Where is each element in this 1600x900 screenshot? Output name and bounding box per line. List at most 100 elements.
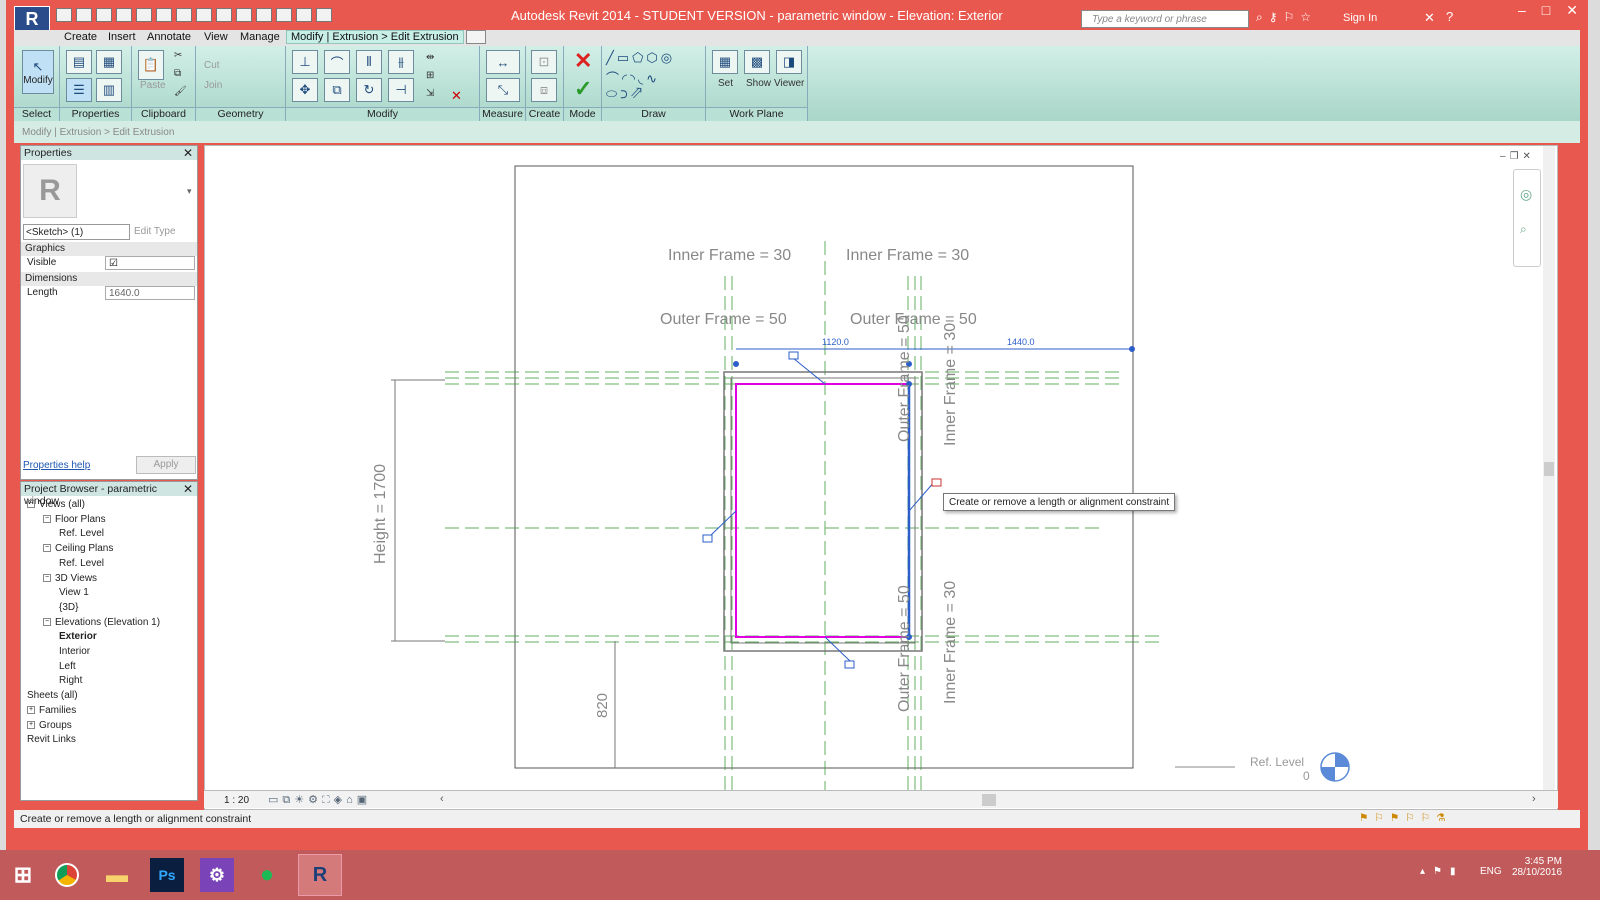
height-dimension[interactable]: Height = 1700 — [372, 464, 389, 564]
properties-help-link[interactable]: Properties help — [23, 460, 90, 471]
clock[interactable]: 3:45 PM 28/10/2016 — [1512, 856, 1562, 878]
offset-icon[interactable]: ⌒ — [324, 50, 350, 74]
type-properties-icon[interactable]: ▥ — [96, 78, 122, 102]
spotify-icon[interactable]: ● — [250, 858, 284, 892]
paste-icon[interactable]: 📋 — [138, 50, 164, 80]
move-icon[interactable]: ✥ — [292, 78, 318, 102]
photoshop-icon[interactable]: Ps — [150, 858, 184, 892]
inner-frame-label-right[interactable]: Inner Frame = 30 — [846, 247, 969, 264]
vertical-scrollbar[interactable] — [1543, 146, 1555, 791]
undo-icon[interactable] — [116, 8, 132, 22]
match-type-icon[interactable]: 🖌 — [174, 86, 187, 97]
communication-icon[interactable]: ⚐ — [1284, 10, 1295, 25]
system-tray-icons[interactable]: ▴⚑▮ — [1420, 866, 1464, 877]
minimize-icon[interactable]: – — [1500, 151, 1506, 162]
browser-tree-item[interactable]: − Ceiling Plans — [43, 543, 113, 554]
panel-toggle-icon[interactable] — [466, 30, 486, 44]
rotate-icon[interactable]: ↻ — [356, 78, 382, 102]
measure-distance-icon[interactable]: ↔ — [486, 50, 520, 74]
delete-icon[interactable]: ✕ — [451, 88, 462, 104]
ref-level-label[interactable]: Ref. Level — [1250, 755, 1304, 769]
favorites-icon[interactable]: ☆ — [1300, 10, 1311, 25]
collapse-icon[interactable]: − — [43, 515, 51, 524]
aligned-dimension-tool-icon[interactable]: ⤡ — [486, 78, 520, 102]
exchange-apps-icon[interactable]: ✕ — [1424, 10, 1435, 26]
tab-view[interactable]: View — [204, 31, 228, 43]
restore-icon[interactable]: ❐ — [1510, 151, 1519, 162]
browser-tree-item[interactable]: + Groups — [27, 720, 72, 731]
graphics-category[interactable]: Graphics — [21, 242, 197, 256]
outer-frame-vertical-bottom[interactable]: Outer Frame = 50 — [896, 585, 913, 712]
outer-frame-vertical-top[interactable]: Outer Frame = 50 — [896, 315, 913, 442]
inner-frame-label-left[interactable]: Inner Frame = 30 — [668, 247, 791, 264]
horizontal-scrollbar-thumb[interactable] — [982, 794, 996, 806]
collapse-icon[interactable]: − — [43, 617, 51, 626]
collapse-icon[interactable]: − — [43, 573, 51, 582]
align-icon[interactable]: ⊥ — [292, 50, 318, 74]
save-icon[interactable] — [76, 8, 92, 22]
default-3d-view-icon[interactable] — [236, 8, 252, 22]
set-work-plane-icon[interactable]: ▦ — [712, 50, 738, 74]
work-plane-viewer-icon[interactable]: ◨ — [776, 50, 802, 74]
create-similar-icon[interactable]: ⊡ — [531, 50, 557, 74]
tab-modify-extrusion[interactable]: Modify | Extrusion > Edit Extrusion — [286, 30, 464, 44]
split-icon[interactable]: ⇹ — [426, 52, 434, 63]
selection-filter-icons[interactable]: ⚑⚐⚑⚐⚐⚗ — [1359, 812, 1451, 824]
text-icon[interactable] — [216, 8, 232, 22]
subscription-icon[interactable]: ⚷ — [1269, 10, 1278, 25]
tab-annotate[interactable]: Annotate — [147, 31, 191, 43]
mirror-axis-icon[interactable]: ⫴ — [356, 50, 382, 74]
show-work-plane-icon[interactable]: ▩ — [744, 50, 770, 74]
modify-button[interactable]: ↖ Modify — [22, 50, 54, 94]
properties-icon[interactable]: ☰ — [66, 78, 92, 102]
cancel-edit-mode-icon[interactable]: ✕ — [574, 48, 592, 74]
chrome-icon[interactable] — [50, 858, 84, 892]
search-input[interactable]: Type a keyword or phrase — [1081, 10, 1249, 28]
input-language[interactable]: ENG — [1480, 866, 1502, 877]
scroll-left-icon[interactable]: ‹ — [440, 793, 444, 805]
open-icon[interactable] — [56, 8, 72, 22]
apply-button[interactable]: Apply — [136, 456, 196, 474]
switch-windows-icon[interactable] — [316, 8, 332, 22]
dimension-1120[interactable]: 1120.0 — [822, 337, 849, 347]
edit-type-button[interactable]: Edit Type — [134, 226, 176, 237]
file-explorer-icon[interactable]: ▬ — [100, 858, 134, 892]
view-scale[interactable]: 1 : 20 — [224, 795, 249, 806]
redo-icon[interactable] — [136, 8, 152, 22]
zoom-icon[interactable]: ⌕ — [1520, 222, 1527, 237]
help-icon[interactable]: ? — [1446, 9, 1453, 24]
draw-shapes-row1[interactable]: ╱▭⬠⬡◎ — [606, 50, 675, 66]
dimension-1440[interactable]: 1440.0 — [1007, 337, 1035, 347]
browser-tree-item[interactable]: − Elevations (Elevation 1) — [43, 617, 160, 628]
tab-create[interactable]: Create — [64, 31, 97, 43]
measure-icon[interactable] — [156, 8, 172, 22]
family-types-icon[interactable]: ▤ — [66, 50, 92, 74]
minimize-icon[interactable]: – — [1518, 2, 1526, 19]
cut-geometry-button[interactable]: Cut — [204, 60, 220, 71]
level-head-icon[interactable] — [1320, 752, 1350, 782]
family-category-icon[interactable]: ▦ — [96, 50, 122, 74]
sketch-rectangle[interactable] — [735, 383, 910, 638]
draw-ellipse-row[interactable]: ⬭⊃⇗ — [606, 86, 645, 102]
collapse-icon[interactable]: − — [27, 500, 35, 509]
tab-insert[interactable]: Insert — [108, 31, 136, 43]
thin-lines-icon[interactable] — [276, 8, 292, 22]
sign-in-button[interactable]: Sign In — [1343, 12, 1377, 24]
tag-icon[interactable] — [196, 8, 212, 22]
browser-tree-item[interactable]: {3D} — [59, 602, 78, 613]
dimensions-category[interactable]: Dimensions — [21, 272, 197, 286]
settings-gear-icon[interactable]: ⚙ — [200, 858, 234, 892]
close-icon[interactable]: ✕ — [183, 482, 193, 496]
windows-start-icon[interactable]: ⊞ — [6, 858, 40, 892]
expand-icon[interactable]: + — [27, 706, 35, 715]
browser-tree-item[interactable]: Right — [59, 675, 82, 686]
sill-dimension[interactable]: 820 — [594, 693, 611, 718]
finish-edit-mode-icon[interactable]: ✓ — [574, 76, 592, 102]
copy-icon[interactable]: ⧉ — [174, 68, 181, 79]
visible-checkbox[interactable]: ☑ — [105, 256, 195, 270]
browser-tree-item[interactable]: View 1 — [59, 587, 89, 598]
browser-tree-item[interactable]: + Families — [27, 705, 76, 716]
inner-frame-vertical-top[interactable]: Inner Frame = 30 — [942, 323, 959, 446]
section-icon[interactable] — [256, 8, 272, 22]
join-geometry-button[interactable]: Join — [204, 80, 222, 91]
